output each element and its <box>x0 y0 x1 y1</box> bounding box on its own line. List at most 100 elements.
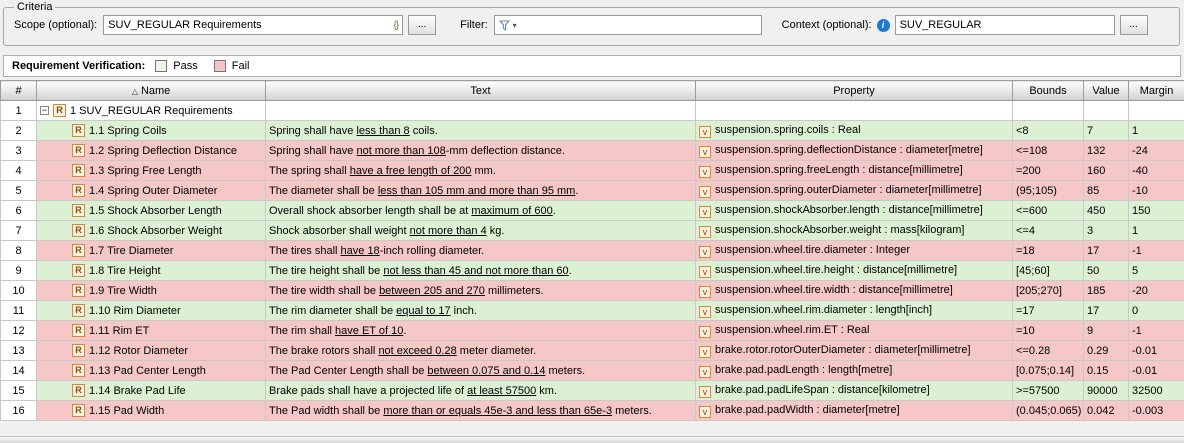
row-number-cell[interactable]: 4 <box>1 161 37 181</box>
col-header-num[interactable]: # <box>1 81 37 101</box>
requirement-name-cell[interactable]: R1.9 Tire Width <box>37 281 266 301</box>
bounds-cell[interactable]: =18 <box>1013 241 1084 261</box>
bounds-cell[interactable]: (95;105) <box>1013 181 1084 201</box>
margin-cell[interactable]: -20 <box>1129 281 1184 301</box>
margin-cell[interactable]: -0.01 <box>1129 341 1184 361</box>
margin-cell[interactable] <box>1129 101 1184 121</box>
requirement-name-cell[interactable]: R1.5 Shock Absorber Length <box>37 201 266 221</box>
row-number-cell[interactable]: 11 <box>1 301 37 321</box>
row-number-cell[interactable]: 3 <box>1 141 37 161</box>
requirement-name-cell[interactable]: R1.3 Spring Free Length <box>37 161 266 181</box>
requirement-name-cell[interactable]: −R1 SUV_REGULAR Requirements <box>37 101 266 121</box>
property-cell[interactable] <box>696 101 1013 121</box>
margin-cell[interactable]: -0.01 <box>1129 361 1184 381</box>
margin-cell[interactable]: -1 <box>1129 321 1184 341</box>
value-cell[interactable]: 9 <box>1084 321 1129 341</box>
requirement-text-cell[interactable]: The diameter shall be less than 105 mm a… <box>266 181 696 201</box>
property-cell[interactable]: vsuspension.spring.outerDiameter : diame… <box>696 181 1013 201</box>
bounds-cell[interactable]: <8 <box>1013 121 1084 141</box>
requirement-name-cell[interactable]: R1.14 Brake Pad Life <box>37 381 266 401</box>
tree-collapse-icon[interactable]: − <box>40 106 49 115</box>
col-header-margin[interactable]: Margin <box>1129 81 1184 101</box>
margin-cell[interactable]: 150 <box>1129 201 1184 221</box>
requirement-name-cell[interactable]: R1.8 Tire Height <box>37 261 266 281</box>
requirement-name-cell[interactable]: R1.7 Tire Diameter <box>37 241 266 261</box>
horizontal-scrollbar[interactable] <box>0 436 1184 443</box>
bounds-cell[interactable]: [205;270] <box>1013 281 1084 301</box>
value-cell[interactable]: 132 <box>1084 141 1129 161</box>
property-cell[interactable]: vsuspension.shockAbsorber.weight : mass[… <box>696 221 1013 241</box>
bounds-cell[interactable]: >=57500 <box>1013 381 1084 401</box>
requirement-text-cell[interactable]: The Pad Center Length shall be between 0… <box>266 361 696 381</box>
requirement-text-cell[interactable]: The rim diameter shall be equal to 17 in… <box>266 301 696 321</box>
requirement-text-cell[interactable]: Spring shall have not more than 108-mm d… <box>266 141 696 161</box>
requirement-name-cell[interactable]: R1.1 Spring Coils <box>37 121 266 141</box>
margin-cell[interactable]: 1 <box>1129 221 1184 241</box>
row-number-cell[interactable]: 6 <box>1 201 37 221</box>
context-browse-button[interactable]: ... <box>1120 15 1148 35</box>
property-cell[interactable]: vsuspension.spring.deflectionDistance : … <box>696 141 1013 161</box>
value-cell[interactable]: 0.29 <box>1084 341 1129 361</box>
bounds-cell[interactable]: <=108 <box>1013 141 1084 161</box>
scope-input[interactable]: SUV_REGULAR Requirements {} <box>103 15 403 35</box>
pass-checkbox[interactable] <box>155 60 167 72</box>
requirement-name-cell[interactable]: R1.4 Spring Outer Diameter <box>37 181 266 201</box>
filter-icon[interactable] <box>499 20 511 31</box>
filter-dropdown-caret-icon[interactable]: ▾ <box>513 21 517 30</box>
property-cell[interactable]: vsuspension.shockAbsorber.length : dista… <box>696 201 1013 221</box>
bounds-cell[interactable]: [45;60] <box>1013 261 1084 281</box>
bounds-cell[interactable] <box>1013 101 1084 121</box>
value-cell[interactable]: 0.15 <box>1084 361 1129 381</box>
requirement-text-cell[interactable]: The brake rotors shall not exceed 0.28 m… <box>266 341 696 361</box>
margin-cell[interactable]: -40 <box>1129 161 1184 181</box>
row-number-cell[interactable]: 8 <box>1 241 37 261</box>
value-cell[interactable]: 0.042 <box>1084 401 1129 421</box>
bounds-cell[interactable]: =17 <box>1013 301 1084 321</box>
margin-cell[interactable]: 1 <box>1129 121 1184 141</box>
requirement-text-cell[interactable]: Overall shock absorber length shall be a… <box>266 201 696 221</box>
col-header-value[interactable]: Value <box>1084 81 1129 101</box>
requirement-name-cell[interactable]: R1.2 Spring Deflection Distance <box>37 141 266 161</box>
value-cell[interactable]: 90000 <box>1084 381 1129 401</box>
row-number-cell[interactable]: 13 <box>1 341 37 361</box>
requirement-text-cell[interactable]: Brake pads shall have a projected life o… <box>266 381 696 401</box>
requirement-name-cell[interactable]: R1.12 Rotor Diameter <box>37 341 266 361</box>
property-cell[interactable]: vbrake.pad.padLength : length[metre] <box>696 361 1013 381</box>
bounds-cell[interactable]: =10 <box>1013 321 1084 341</box>
requirement-name-cell[interactable]: R1.13 Pad Center Length <box>37 361 266 381</box>
col-header-text[interactable]: Text <box>266 81 696 101</box>
scope-browse-button[interactable]: ... <box>408 15 436 35</box>
value-cell[interactable] <box>1084 101 1129 121</box>
fail-checkbox[interactable] <box>214 60 226 72</box>
requirement-text-cell[interactable]: The Pad width shall be more than or equa… <box>266 401 696 421</box>
property-cell[interactable]: vbrake.pad.padLifeSpan : distance[kilome… <box>696 381 1013 401</box>
value-cell[interactable]: 50 <box>1084 261 1129 281</box>
col-header-property[interactable]: Property <box>696 81 1013 101</box>
value-cell[interactable]: 3 <box>1084 221 1129 241</box>
requirement-text-cell[interactable]: The tire height shall be not less than 4… <box>266 261 696 281</box>
requirement-name-cell[interactable]: R1.15 Pad Width <box>37 401 266 421</box>
requirement-text-cell[interactable]: The spring shall have a free length of 2… <box>266 161 696 181</box>
value-cell[interactable]: 17 <box>1084 241 1129 261</box>
requirement-text-cell[interactable]: The tires shall have 18-inch rolling dia… <box>266 241 696 261</box>
value-cell[interactable]: 17 <box>1084 301 1129 321</box>
property-cell[interactable]: vbrake.pad.padWidth : diameter[metre] <box>696 401 1013 421</box>
margin-cell[interactable]: -10 <box>1129 181 1184 201</box>
row-number-cell[interactable]: 1 <box>1 101 37 121</box>
requirement-text-cell[interactable]: Shock absorber shall weight not more tha… <box>266 221 696 241</box>
col-header-bounds[interactable]: Bounds <box>1013 81 1084 101</box>
requirement-text-cell[interactable]: The rim shall have ET of 10. <box>266 321 696 341</box>
value-cell[interactable]: 185 <box>1084 281 1129 301</box>
requirement-text-cell[interactable]: The tire width shall be between 205 and … <box>266 281 696 301</box>
bounds-cell[interactable]: (0.045;0.065) <box>1013 401 1084 421</box>
row-number-cell[interactable]: 12 <box>1 321 37 341</box>
property-cell[interactable]: vsuspension.wheel.rim.ET : Real <box>696 321 1013 341</box>
row-number-cell[interactable]: 10 <box>1 281 37 301</box>
property-cell[interactable]: vsuspension.wheel.tire.diameter : Intege… <box>696 241 1013 261</box>
col-header-name[interactable]: △ Name <box>37 81 266 101</box>
context-input[interactable]: SUV_REGULAR <box>895 15 1115 35</box>
filter-input[interactable]: ▾ <box>494 15 762 35</box>
margin-cell[interactable]: 0 <box>1129 301 1184 321</box>
margin-cell[interactable]: 5 <box>1129 261 1184 281</box>
requirement-name-cell[interactable]: R1.6 Shock Absorber Weight <box>37 221 266 241</box>
